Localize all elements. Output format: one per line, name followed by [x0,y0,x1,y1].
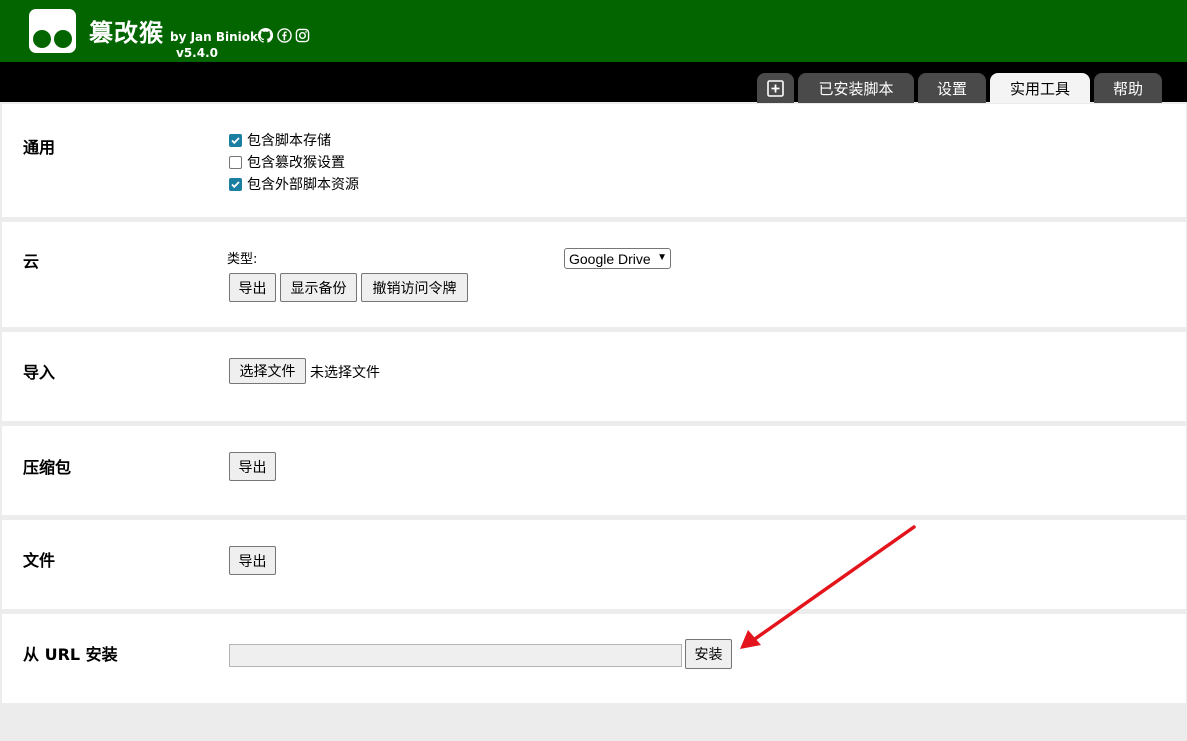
no-file-chosen-text: 未选择文件 [310,365,380,381]
checkbox-checked[interactable] [229,133,242,147]
tab-settings[interactable]: 设置 [918,73,986,103]
include-script-storage-option[interactable]: 包含脚本存储 [229,130,331,150]
general-section: 通用 包含脚本存储 包含篡改猴设置 包含外部脚本资源 [2,104,1186,217]
github-icon[interactable] [258,28,273,43]
cloud-type-label: 类型: [227,252,258,267]
select-value: Google Drive [569,250,651,267]
facebook-icon[interactable] [277,28,292,43]
zip-section: 压缩包 导出 [2,426,1186,515]
checkbox-unchecked[interactable] [229,155,242,169]
file-export-button[interactable]: 导出 [229,546,276,575]
tab-installed-scripts[interactable]: 已安装脚本 [798,73,914,103]
tab-new-script[interactable] [757,73,794,103]
cloud-type-select[interactable]: Google Drive ▼ [564,248,671,269]
file-section: 文件 导出 [2,520,1186,609]
tampermonkey-logo [29,9,76,53]
zip-export-button[interactable]: 导出 [229,452,276,481]
section-title: 通用 [23,138,56,157]
install-from-url-section: 从 URL 安装 安装 [2,614,1186,703]
plus-square-icon [767,79,784,97]
author-credit: by Jan Biniok [170,30,259,44]
section-title: 导入 [23,363,56,382]
checkbox-checked[interactable] [229,177,242,191]
include-tampermonkey-settings-option[interactable]: 包含篡改猴设置 [229,152,345,172]
checkbox-label: 包含外部脚本资源 [247,177,359,193]
version-label: v5.4.0 [176,46,218,60]
tab-utilities[interactable]: 实用工具 [990,73,1090,103]
section-title: 文件 [23,551,56,570]
checkbox-label: 包含脚本存储 [247,133,331,149]
app-title: 篡改猴 [89,19,164,47]
url-input[interactable] [229,644,682,667]
revoke-token-button[interactable]: 撤销访问令牌 [361,273,468,302]
install-button[interactable]: 安装 [685,639,732,669]
section-title: 从 URL 安装 [23,645,118,664]
chevron-down-icon: ▼ [657,252,667,263]
section-title: 压缩包 [23,458,72,477]
choose-file-button[interactable]: 选择文件 [229,358,306,384]
tab-help[interactable]: 帮助 [1094,73,1162,103]
tab-bar: 已安装脚本 设置 实用工具 帮助 [0,62,1187,103]
cloud-export-button[interactable]: 导出 [229,273,276,302]
section-title: 云 [23,252,40,271]
checkbox-label: 包含篡改猴设置 [247,155,345,171]
import-section: 导入 选择文件 未选择文件 [2,332,1186,421]
cloud-section: 云 类型: Google Drive ▼ 导出 显示备份 撤销访问令牌 [2,222,1186,327]
instagram-icon[interactable] [295,28,310,43]
include-external-resources-option[interactable]: 包含外部脚本资源 [229,174,359,194]
app-header: 篡改猴 by Jan Biniok v5.4.0 [0,0,1187,62]
show-backups-button[interactable]: 显示备份 [280,273,357,302]
